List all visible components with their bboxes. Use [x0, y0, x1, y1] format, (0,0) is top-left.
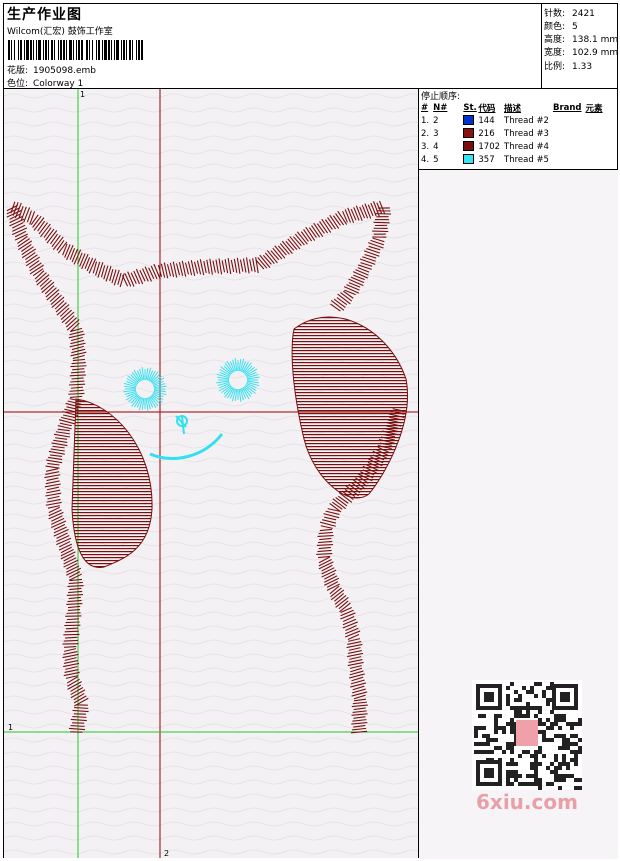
header-info: 生产作业图 Wilcom(汇宏) 鼓饰工作室 花版: 1905098.emb 色位…	[4, 4, 540, 89]
color-swatch	[463, 115, 475, 126]
qr-code-icon	[472, 680, 582, 790]
color-swatch	[463, 128, 475, 139]
table-row: 4. 5 357 Thread #5	[421, 154, 549, 165]
table-row: 3. 4 1702 Thread #4	[421, 141, 549, 152]
table-row: 1. 2 144 Thread #2	[421, 115, 549, 126]
design-file: 1905098.emb	[33, 66, 96, 76]
color-table: # N# St. 代码 描述 Brand 元素 1. 2 144 Thread #2…	[421, 101, 607, 166]
color-swatch	[463, 154, 475, 165]
stat-stitches: 针数: 2421	[544, 9, 595, 19]
page-title: 生产作业图	[7, 7, 82, 23]
watermark: 6xiu.com	[476, 790, 578, 814]
barcode-icon	[8, 40, 143, 60]
stop-sequence-panel: 停止顺序: # N# St. 代码 描述 Brand 元素 1. 2 144 Thr…	[419, 89, 618, 169]
design-canvas: 1 1 2	[4, 89, 419, 858]
design-file-row: 花版: 1905098.emb	[7, 66, 96, 76]
guide-label-left: 1	[8, 723, 13, 732]
stat-scale: 比例: 1.33	[544, 62, 593, 72]
table-row: 2. 3 216 Thread #3	[421, 128, 549, 139]
color-swatch	[463, 141, 475, 152]
stat-height: 高度: 138.1 mm	[544, 35, 619, 45]
embroidery-design: 1 1 2	[4, 89, 418, 858]
stat-colors: 颜色: 5	[544, 22, 578, 32]
guide-label-top: 1	[80, 90, 85, 99]
company-name: Wilcom(汇宏) 鼓饰工作室	[7, 27, 113, 37]
stats-panel: 针数: 2421 颜色: 5 高度: 138.1 mm 宽度: 102.9 mm 比例:…	[541, 4, 619, 88]
stat-width: 宽度: 102.9 mm	[544, 48, 619, 58]
color-table-header: # N# St. 代码 描述 Brand 元素	[421, 102, 603, 114]
guide-label-bottom: 2	[164, 849, 169, 858]
